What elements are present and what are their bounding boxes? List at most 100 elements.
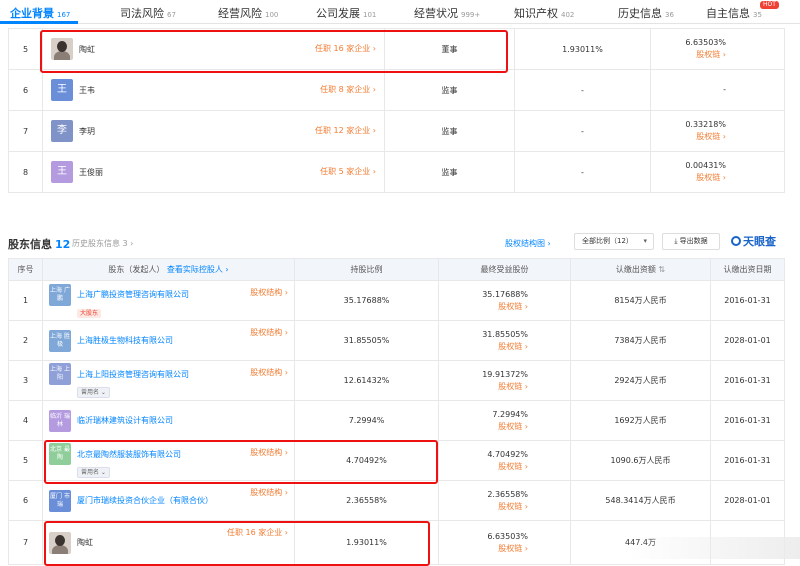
equity-structure-link[interactable]: 股权结构 › xyxy=(250,367,288,378)
major-shareholder-tag: 大股东 xyxy=(77,308,102,318)
staff-row: 8 王王俊丽 任职 5 家企业 › 监事 - 0.00431% 股权链 › xyxy=(8,151,785,193)
equity-chain-link[interactable]: 股权链 › xyxy=(440,421,528,433)
tab-1[interactable]: 企业背景 167 xyxy=(10,5,70,21)
structure-chart-link[interactable]: 股权结构图 › xyxy=(505,238,551,249)
tab-6[interactable]: 知识产权 402 xyxy=(514,5,574,21)
shareholder-name[interactable]: 临沂瑞林建筑设计有限公司 xyxy=(77,415,173,426)
watermark xyxy=(628,537,800,559)
person-name[interactable]: 王韦 xyxy=(79,86,95,95)
ratio-filter-select[interactable]: 全部比例（12） ▾ xyxy=(574,233,654,250)
shareholder-name[interactable]: 陶虹 xyxy=(77,537,93,548)
final-share: 2.36558% xyxy=(487,489,528,499)
equity-chain-link[interactable]: 股权链 › xyxy=(440,543,528,555)
subscribed-date: 2016-01-31 xyxy=(710,360,785,401)
subscribed-capital: 1090.6万人民币 xyxy=(570,440,711,481)
person-name[interactable]: 王俊丽 xyxy=(79,168,103,177)
tab-5[interactable]: 经营状况 999+ xyxy=(414,5,480,21)
tab-8[interactable]: 自主信息 35 xyxy=(706,5,762,21)
final-ratio: 6.63503% xyxy=(685,38,726,47)
avatar: 王 xyxy=(51,161,73,183)
equity-chain-link[interactable]: 股权链 › xyxy=(440,381,528,393)
shareholder-name[interactable]: 北京最陶然服装服饰有限公司 xyxy=(77,449,181,460)
tab-count: 67 xyxy=(167,11,176,19)
col-index: 序号 xyxy=(8,258,43,281)
subscribed-capital: 2924万人民币 xyxy=(570,360,711,401)
subscribed-date: 2028-01-01 xyxy=(710,480,785,521)
company-logo: 临沂 瑞林 xyxy=(49,409,71,432)
person-name[interactable]: 李玥 xyxy=(79,127,95,136)
equity-chain-link[interactable]: 股权链 › xyxy=(652,172,726,184)
subscribed-date: 2016-01-31 xyxy=(710,280,785,321)
tab-count: 36 xyxy=(665,11,674,19)
col-final: 最终受益股份 xyxy=(438,258,571,281)
final-share: 4.70492% xyxy=(487,449,528,459)
tab-label: 知识产权 xyxy=(514,7,558,20)
shareholder-name[interactable]: 上海胜极生物科技有限公司 xyxy=(77,335,173,346)
shareholder-name[interactable]: 上海上阳投资管理咨询有限公司 xyxy=(77,369,189,380)
share-ratio: 1.93011% xyxy=(514,28,651,70)
equity-structure-link[interactable]: 任职 16 家企业 › xyxy=(227,527,288,538)
final-share: 19.91372% xyxy=(482,369,528,379)
col-ratio: 持股比例 xyxy=(294,258,439,281)
positions-link[interactable]: 任职 5 家企业 › xyxy=(320,166,376,177)
former-name-tag[interactable]: 曾用名 ⌄ xyxy=(77,467,110,478)
shareholder-row: 1 上海 广鹏 上海广鹏投资管理咨询有限公司 大股东 股权结构 › 35.17688% 35… xyxy=(8,280,785,321)
subscribed-capital: 1692万人民币 xyxy=(570,400,711,441)
tab-3[interactable]: 经营风险 100 xyxy=(218,5,278,21)
shareholder-row: 3 上海 上阳 上海上阳投资管理咨询有限公司 曾用名 ⌄ 股权结构 › 12.61432%… xyxy=(8,360,785,401)
subscribed-date: 2016-01-31 xyxy=(710,400,785,441)
col-capital: 认缴出资额 ⇅ xyxy=(570,258,711,281)
person-name[interactable]: 陶虹 xyxy=(79,45,95,54)
subscribed-date: 2028-01-01 xyxy=(710,320,785,361)
equity-chain-link[interactable]: 股权链 › xyxy=(652,131,726,143)
position: 董事 xyxy=(384,28,515,70)
shareholder-table: 序号 股东（发起人） 查看实际控股人 › 持股比例 最终受益股份 认缴出资额 ⇅… xyxy=(8,258,785,565)
equity-structure-link[interactable]: 股权结构 › xyxy=(250,447,288,458)
row-index: 6 xyxy=(8,480,43,521)
tab-label: 历史信息 xyxy=(618,7,662,20)
avatar-photo xyxy=(51,38,73,60)
equity-structure-link[interactable]: 股权结构 › xyxy=(250,487,288,498)
tab-count: 100 xyxy=(265,11,279,19)
final-ratio: - xyxy=(723,85,726,94)
equity-chain-link[interactable]: 股权链 › xyxy=(440,301,528,313)
equity-chain-link[interactable]: 股权链 › xyxy=(652,49,726,61)
equity-chain-link[interactable]: 股权链 › xyxy=(440,341,528,353)
avatar-photo xyxy=(49,531,71,554)
shareholder-row: 4 临沂 瑞林 临沂瑞林建筑设计有限公司 7.2994% 7.2994% 股权链 › 169… xyxy=(8,400,785,441)
tab-count: 35 xyxy=(753,11,762,19)
tab-7[interactable]: 历史信息 36 xyxy=(618,5,674,21)
history-shareholders-link[interactable]: 历史股东信息 3 › xyxy=(72,238,133,249)
chevron-down-icon: ▾ xyxy=(643,237,647,245)
company-logo: 上海 胜极 xyxy=(49,329,71,352)
actual-controller-link[interactable]: 查看实际控股人 › xyxy=(167,265,229,274)
position: 监事 xyxy=(384,110,515,152)
tab-4[interactable]: 公司发展 101 xyxy=(316,5,376,21)
equity-chain-link[interactable]: 股权链 › xyxy=(440,501,528,513)
positions-link[interactable]: 任职 12 家企业 › xyxy=(315,125,376,136)
tab-label: 企业背景 xyxy=(10,7,54,20)
equity-structure-link[interactable]: 股权结构 › xyxy=(250,287,288,298)
staff-row: 7 李李玥 任职 12 家企业 › 监事 - 0.33218% 股权链 › xyxy=(8,110,785,152)
share-ratio: - xyxy=(514,151,651,193)
tab-2[interactable]: 司法风险 67 xyxy=(120,5,176,21)
positions-link[interactable]: 任职 16 家企业 › xyxy=(315,43,376,54)
share-ratio: 7.2994% xyxy=(294,400,439,441)
positions-link[interactable]: 任职 8 家企业 › xyxy=(320,84,376,95)
final-ratio: 0.00431% xyxy=(685,161,726,170)
export-data-button[interactable]: ⤓ 导出数据 xyxy=(662,233,720,250)
subscribed-capital: 8154万人民币 xyxy=(570,280,711,321)
row-index: 4 xyxy=(8,400,43,441)
sort-icon[interactable]: ⇅ xyxy=(658,265,665,274)
shareholder-name[interactable]: 厦门市瑞续投资合伙企业（有限合伙） xyxy=(77,495,213,506)
shareholder-section-title: 股东信息 12 xyxy=(8,238,71,251)
tab-count: 167 xyxy=(57,11,71,19)
equity-chain-link[interactable]: 股权链 › xyxy=(440,461,528,473)
row-index: 7 xyxy=(8,520,43,565)
share-ratio: 31.85505% xyxy=(294,320,439,361)
share-ratio: - xyxy=(514,69,651,111)
equity-structure-link[interactable]: 股权结构 › xyxy=(250,327,288,338)
staff-row: 6 王王韦 任职 8 家企业 › 监事 - - xyxy=(8,69,785,111)
former-name-tag[interactable]: 曾用名 ⌄ xyxy=(77,387,110,398)
shareholder-name[interactable]: 上海广鹏投资管理咨询有限公司 xyxy=(77,289,189,300)
